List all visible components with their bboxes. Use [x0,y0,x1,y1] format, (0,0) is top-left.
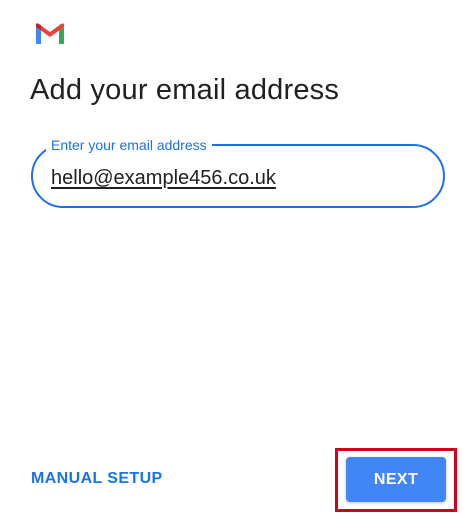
gmail-logo-icon [36,23,64,44]
next-button[interactable]: NEXT [346,457,446,502]
page-title: Add your email address [30,74,340,106]
email-field[interactable]: Enter your email address hello@example45… [31,137,445,208]
add-email-screen: Add your email address Enter your email … [0,0,474,526]
manual-setup-button[interactable]: MANUAL SETUP [31,470,163,488]
email-field-label: Enter your email address [46,137,212,153]
email-input[interactable]: hello@example456.co.uk [51,166,276,190]
